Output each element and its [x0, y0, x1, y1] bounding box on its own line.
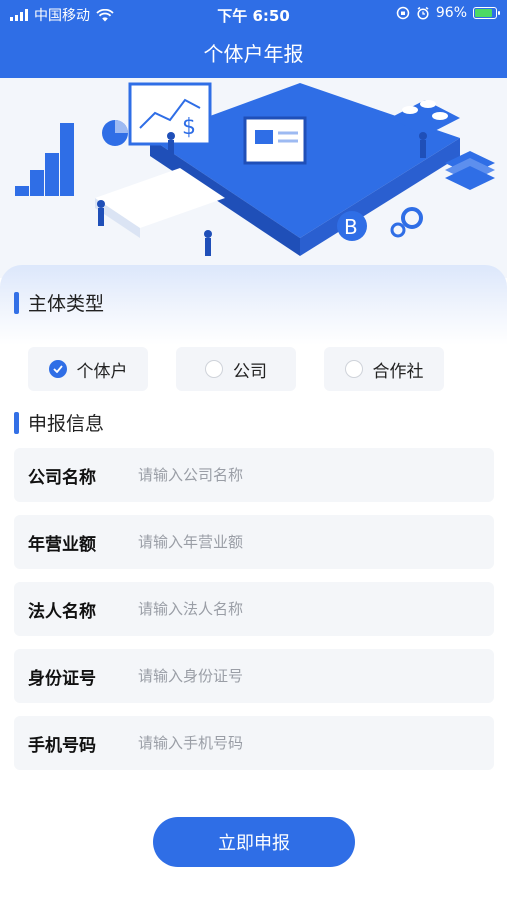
type-option-cooperative[interactable]: 合作社 [324, 347, 444, 391]
radio-unchecked-icon [205, 360, 223, 378]
submit-button[interactable]: 立即申报 [153, 817, 355, 867]
form-card: 主体类型 个体户 公司 合作社 申报信息 公司名称 年营业额 法人名称 身份证号… [0, 265, 507, 900]
section-title: 申报信息 [28, 413, 105, 435]
type-option-label: 个体户 [76, 361, 128, 382]
type-option-individual[interactable]: 个体户 [28, 347, 148, 391]
page-title: 个体户年报 [203, 42, 304, 66]
legal-person-input[interactable] [136, 599, 494, 619]
subject-type-header: 主体类型 [14, 289, 104, 316]
battery-icon [473, 7, 500, 19]
type-option-company[interactable]: 公司 [176, 347, 296, 391]
svg-text:$: $ [182, 115, 196, 140]
annual-revenue-input[interactable] [136, 532, 494, 552]
field-label: 法人名称 [28, 601, 96, 622]
id-number-input[interactable] [136, 666, 494, 686]
orientation-lock-icon [396, 6, 410, 20]
id-number-field: 身份证号 [14, 649, 494, 703]
field-label: 手机号码 [28, 735, 96, 756]
svg-text:B: B [344, 215, 358, 239]
phone-input[interactable] [136, 733, 494, 753]
annual-revenue-field: 年营业额 [14, 515, 494, 569]
section-title: 主体类型 [28, 293, 105, 315]
battery-percent: 96% [435, 5, 467, 21]
section-accent-bar [14, 291, 19, 314]
legal-person-field: 法人名称 [14, 582, 494, 636]
type-option-label: 公司 [233, 361, 267, 382]
status-bar: 中国移动 下午 6:50 96% [0, 0, 507, 28]
top-bar: 中国移动 下午 6:50 96% 个体户年报 [0, 0, 507, 78]
section-accent-bar [14, 411, 19, 434]
field-label: 年营业额 [28, 534, 96, 555]
alarm-icon [417, 6, 429, 20]
company-name-field: 公司名称 [14, 448, 494, 502]
field-label: 身份证号 [28, 668, 96, 689]
phone-field: 手机号码 [14, 716, 494, 770]
declare-info-header: 申报信息 [14, 409, 104, 436]
field-label: 公司名称 [28, 467, 96, 488]
radio-unchecked-icon [344, 360, 363, 378]
type-option-label: 合作社 [372, 361, 424, 382]
radio-checked-icon [48, 360, 67, 378]
company-name-input[interactable] [136, 465, 494, 485]
finance-illustration: $ B [0, 78, 507, 278]
